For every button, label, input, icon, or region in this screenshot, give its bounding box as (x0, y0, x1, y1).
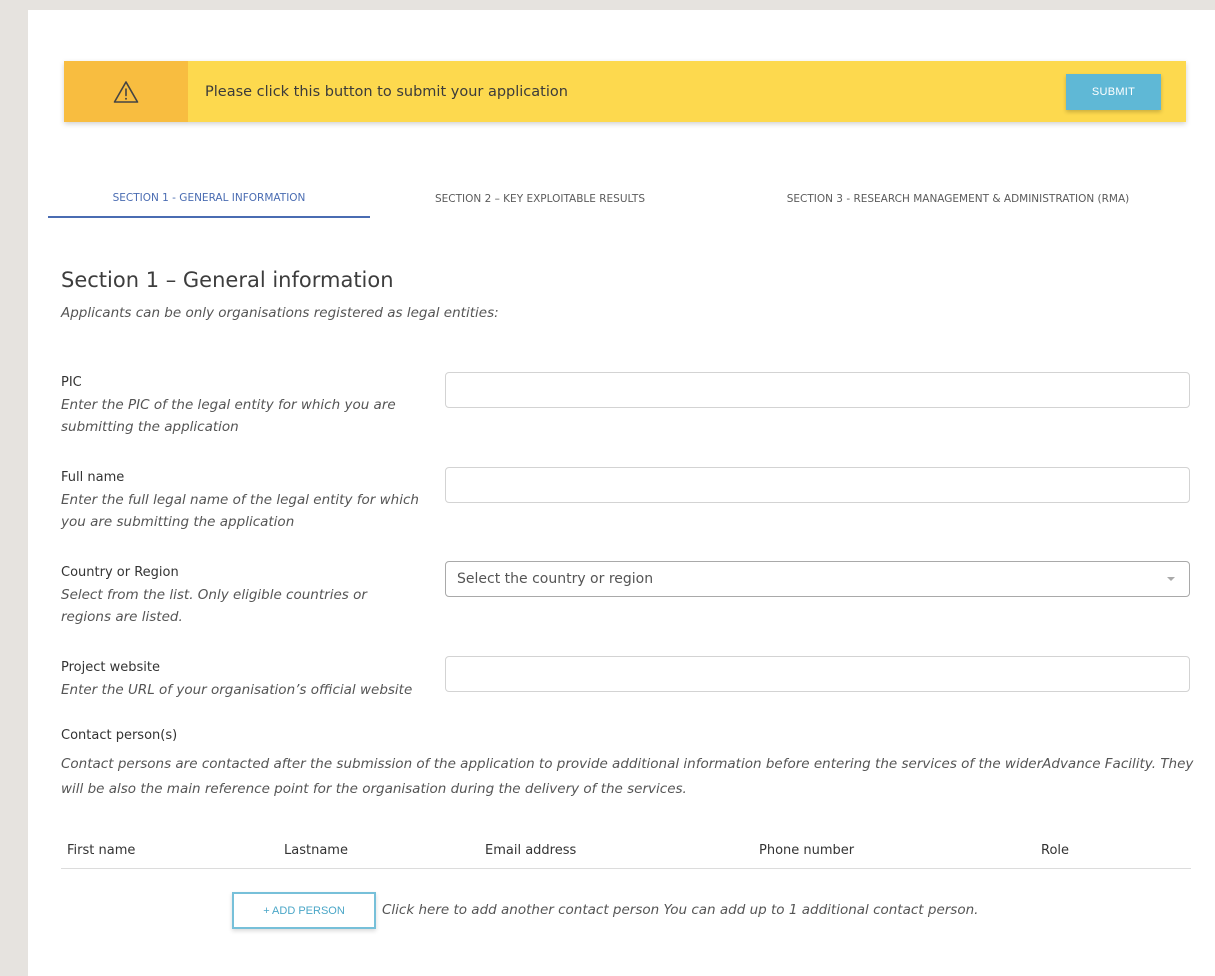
column-lastname: Lastname (284, 843, 348, 858)
column-first-name: First name (67, 843, 136, 858)
add-person-hint: Click here to add another contact person… (382, 902, 979, 918)
country-hint: Select from the list. Only eligible coun… (61, 587, 367, 625)
country-label-group: Country or Region Select from the list. … (61, 565, 421, 628)
alert-message: Please click this button to submit your … (205, 83, 568, 100)
section-tabs: SECTION 1 - GENERAL INFORMATION SECTION … (48, 180, 1188, 220)
country-select[interactable]: Select the country or region (445, 561, 1190, 597)
tab-section-1[interactable]: SECTION 1 - GENERAL INFORMATION (48, 180, 370, 218)
contacts-table-header: First name Lastname Email address Phone … (61, 839, 1191, 869)
pic-label: PIC (61, 375, 82, 390)
tab-section-2[interactable]: SECTION 2 – KEY EXPLOITABLE RESULTS (370, 180, 710, 218)
column-phone: Phone number (759, 843, 855, 858)
full-name-label-group: Full name Enter the full legal name of t… (61, 470, 421, 533)
full-name-hint: Enter the full legal name of the legal e… (61, 492, 419, 530)
country-select-placeholder: Select the country or region (457, 571, 654, 587)
website-label: Project website (61, 660, 160, 675)
column-role: Role (1041, 843, 1070, 858)
warning-icon (113, 80, 139, 103)
column-email: Email address (485, 843, 577, 858)
full-name-label: Full name (61, 470, 125, 485)
add-person-button[interactable]: + ADD PERSON (232, 892, 376, 929)
pic-hint: Enter the PIC of the legal entity for wh… (61, 397, 396, 435)
contact-persons-label: Contact person(s) (61, 728, 178, 743)
pic-input[interactable] (445, 372, 1190, 408)
website-input[interactable] (445, 656, 1190, 692)
country-label: Country or Region (61, 565, 179, 580)
website-hint: Enter the URL of your organisation’s off… (61, 682, 413, 698)
pic-label-group: PIC Enter the PIC of the legal entity fo… (61, 375, 421, 438)
full-name-input[interactable] (445, 467, 1190, 503)
contact-persons-hint: Contact persons are contacted after the … (61, 756, 1194, 797)
submit-button[interactable]: SUBMIT (1066, 73, 1161, 110)
section-subtitle: Applicants can be only organisations reg… (61, 305, 499, 321)
website-label-group: Project website Enter the URL of your or… (61, 660, 421, 701)
section-title: Section 1 – General information (61, 268, 394, 292)
alert-icon-box (64, 61, 188, 122)
application-page: Please click this button to submit your … (28, 10, 1215, 976)
tab-section-3[interactable]: SECTION 3 - RESEARCH MANAGEMENT & ADMINI… (728, 180, 1188, 218)
chevron-down-icon (1167, 577, 1175, 581)
submit-alert-banner: Please click this button to submit your … (64, 61, 1186, 122)
